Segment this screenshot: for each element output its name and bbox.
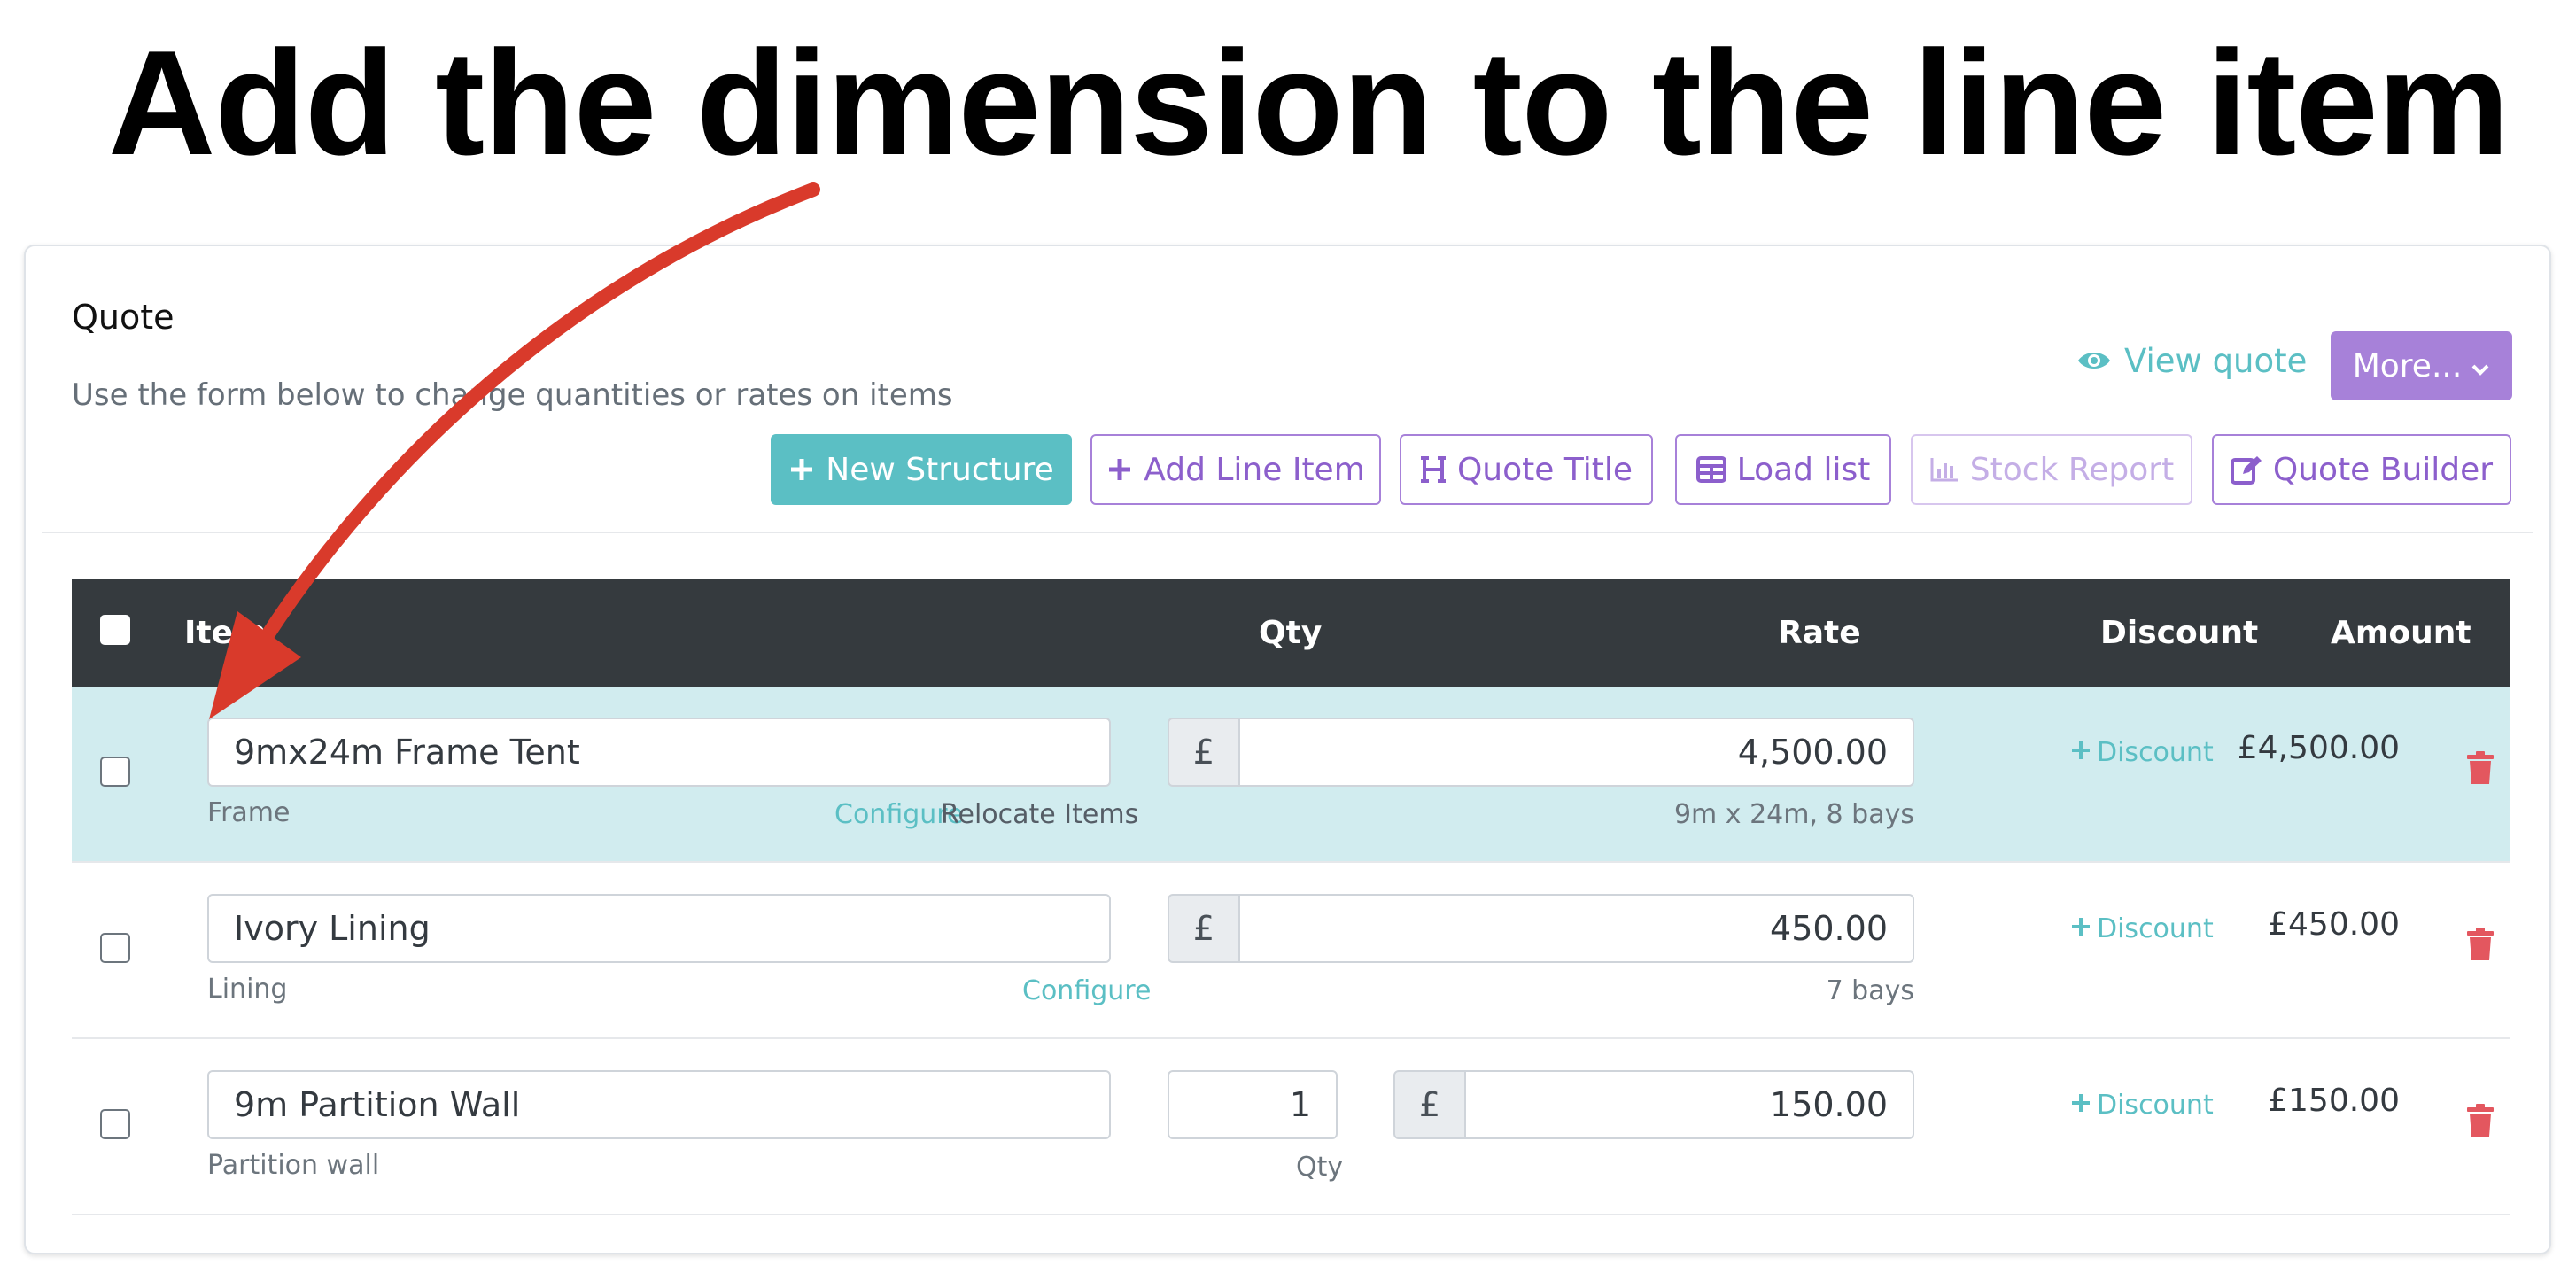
stock-report-label: Stock Report — [1969, 451, 2175, 488]
quote-card: Quote Use the form below to change quant… — [24, 245, 2551, 1254]
card-title: Quote — [72, 298, 175, 337]
header-rate: Rate — [1778, 615, 1861, 651]
rate-input[interactable]: 150.00 — [1464, 1070, 1914, 1139]
item-name-input[interactable]: Ivory Lining — [207, 894, 1111, 963]
discount-label: Discount — [2097, 1090, 2214, 1121]
quote-title-button[interactable]: Quote Title — [1400, 434, 1653, 505]
table-row: 9mx24m Frame Tent Frame Configure Reloca… — [72, 687, 2510, 863]
view-quote-label: View quote — [2124, 342, 2308, 380]
rate-input[interactable]: 4,500.00 — [1238, 718, 1914, 787]
plus-icon — [2070, 737, 2091, 768]
row-amount: £150.00 — [2268, 1083, 2400, 1119]
qty-input[interactable]: 1 — [1168, 1070, 1338, 1139]
row-amount: £450.00 — [2268, 906, 2400, 943]
add-line-item-label: Add Line Item — [1144, 451, 1365, 488]
load-list-button[interactable]: Load list — [1675, 434, 1891, 505]
tutorial-headline: Add the dimension to the line item — [108, 19, 2510, 186]
currency-prefix: £ — [1393, 1070, 1466, 1139]
rate-input[interactable]: 450.00 — [1238, 894, 1914, 963]
header-discount: Discount — [2100, 615, 2259, 651]
new-structure-label: New Structure — [826, 451, 1054, 488]
table-row: 9m Partition Wall Partition wall 1 Qty £… — [72, 1040, 2510, 1215]
relocate-items-link[interactable]: Relocate Items — [941, 799, 1138, 830]
quote-builder-button[interactable]: Quote Builder — [2212, 434, 2511, 505]
currency-prefix: £ — [1168, 718, 1240, 787]
qty-label: Qty — [1296, 1152, 1344, 1183]
heading-icon — [1420, 455, 1447, 484]
item-type-label: Frame — [207, 797, 291, 828]
header-amount: Amount — [2331, 615, 2471, 651]
plus-icon — [2070, 913, 2091, 944]
rate-note: 9m x 24m, 8 bays — [1673, 799, 1914, 830]
bar-chart-icon — [1929, 456, 1959, 483]
more-dropdown-button[interactable]: More... — [2331, 331, 2512, 400]
item-name-input[interactable]: 9m Partition Wall — [207, 1070, 1111, 1139]
add-discount-link[interactable]: Discount — [2070, 737, 2214, 768]
trash-icon[interactable] — [2466, 751, 2495, 788]
row-checkbox[interactable] — [100, 933, 130, 963]
header-item: Item — [184, 615, 267, 651]
stock-report-button[interactable]: Stock Report — [1911, 434, 2192, 505]
load-list-label: Load list — [1736, 451, 1871, 488]
header-divider — [42, 532, 2533, 533]
trash-icon[interactable] — [2466, 1104, 2495, 1141]
plus-icon — [788, 456, 815, 483]
discount-label: Discount — [2097, 737, 2214, 768]
rate-note: 7 bays — [1826, 975, 1914, 1006]
new-structure-button[interactable]: New Structure — [771, 434, 1072, 505]
select-all-checkbox[interactable] — [100, 615, 130, 645]
edit-icon — [2230, 454, 2262, 485]
view-quote-link[interactable]: View quote — [2076, 342, 2307, 380]
plus-icon — [1106, 456, 1133, 483]
header-qty: Qty — [1259, 615, 1323, 651]
row-checkbox[interactable] — [100, 1109, 130, 1139]
quote-builder-label: Quote Builder — [2272, 451, 2494, 488]
eye-icon — [2076, 342, 2112, 380]
table-icon — [1695, 456, 1726, 483]
trash-icon[interactable] — [2466, 928, 2495, 965]
item-type-label: Partition wall — [207, 1150, 380, 1181]
item-type-label: Lining — [207, 974, 288, 1005]
table-header: Item Qty Rate Discount Amount — [72, 579, 2510, 687]
item-name-input[interactable]: 9mx24m Frame Tent — [207, 718, 1111, 787]
add-discount-link[interactable]: Discount — [2070, 913, 2214, 944]
row-checkbox[interactable] — [100, 757, 130, 787]
add-line-item-button[interactable]: Add Line Item — [1090, 434, 1381, 505]
more-label: More... — [2352, 347, 2463, 384]
card-subtitle: Use the form below to change quantities … — [72, 377, 953, 413]
table-row: Ivory Lining Lining Configure £ 450.00 7… — [72, 864, 2510, 1039]
add-discount-link[interactable]: Discount — [2070, 1090, 2214, 1121]
configure-link[interactable]: Configure — [1022, 975, 1151, 1006]
currency-prefix: £ — [1168, 894, 1240, 963]
quote-title-label: Quote Title — [1456, 451, 1633, 488]
chevron-down-icon — [2471, 348, 2490, 384]
plus-icon — [2070, 1090, 2091, 1121]
row-amount: £4,500.00 — [2237, 730, 2400, 766]
discount-label: Discount — [2097, 913, 2214, 944]
